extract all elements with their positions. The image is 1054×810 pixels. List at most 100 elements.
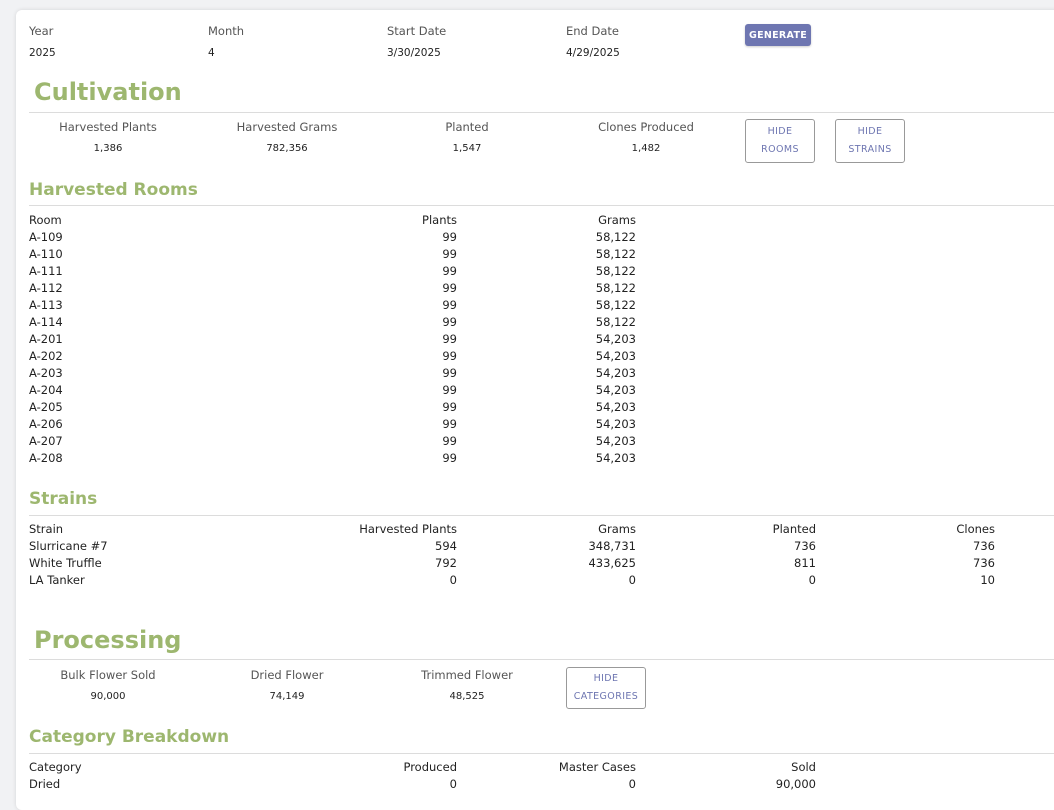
category-row: Dried 0 0 90,000 — [29, 776, 1049, 793]
clones-produced-value: 1,482 — [631, 143, 661, 154]
month-value[interactable]: 4 — [208, 47, 215, 59]
strain-cell-clones: 736 — [973, 539, 995, 553]
start-date-value[interactable]: 3/30/2025 — [387, 47, 441, 59]
processing-title: Processing — [34, 626, 182, 654]
trimmed-flower-value: 48,525 — [449, 691, 485, 702]
harvested-rooms-divider — [29, 205, 1054, 206]
room-row: A-208 99 54,203 — [29, 450, 1049, 467]
strain-cell-harvested-plants: 594 — [435, 539, 457, 553]
planted-label: Planted — [445, 120, 489, 134]
hide-strains-label-line1: HIDE — [857, 126, 883, 137]
strains-col-planted: Planted — [772, 522, 816, 536]
room-cell-room: A-203 — [29, 366, 63, 380]
strains-col-grams: Grams — [598, 522, 636, 536]
category-header-row: Category Produced Master Cases Sold — [29, 759, 1049, 776]
room-row: A-205 99 54,203 — [29, 399, 1049, 416]
room-cell-grams: 54,203 — [595, 417, 636, 431]
room-cell-room: A-201 — [29, 332, 63, 346]
strain-cell-strain: LA Tanker — [29, 573, 85, 587]
category-col-sold: Sold — [791, 760, 816, 774]
room-row: A-114 99 58,122 — [29, 314, 1049, 331]
strain-row: LA Tanker 0 0 0 10 — [29, 572, 1049, 589]
room-cell-plants: 99 — [442, 383, 457, 397]
strain-cell-planted: 0 — [808, 573, 816, 587]
strain-row: Slurricane #7 594 348,731 736 736 — [29, 538, 1049, 555]
hide-strains-label-line2: STRAINS — [848, 144, 892, 155]
strains-col-strain: Strain — [29, 522, 64, 536]
generate-button[interactable]: GENERATE — [745, 24, 811, 46]
room-row: A-203 99 54,203 — [29, 365, 1049, 382]
strain-cell-grams: 433,625 — [588, 556, 636, 570]
end-date-value[interactable]: 4/29/2025 — [566, 47, 620, 59]
room-cell-grams: 54,203 — [595, 349, 636, 363]
strain-cell-clones: 10 — [980, 573, 995, 587]
room-cell-grams: 58,122 — [595, 281, 636, 295]
dried-flower-label: Dried Flower — [250, 668, 324, 682]
hide-rooms-button[interactable]: HIDE ROOMS — [745, 119, 815, 163]
room-row: A-204 99 54,203 — [29, 382, 1049, 399]
processing-divider — [29, 659, 1054, 660]
strain-cell-harvested-plants: 0 — [449, 573, 457, 587]
room-cell-grams: 54,203 — [595, 366, 636, 380]
room-cell-room: A-113 — [29, 298, 63, 312]
rooms-col-grams: Grams — [598, 213, 636, 227]
category-cell-master-cases: 0 — [628, 777, 636, 791]
category-col-category: Category — [29, 760, 82, 774]
room-cell-grams: 58,122 — [595, 230, 636, 244]
year-label: Year — [29, 24, 54, 38]
room-cell-plants: 99 — [442, 400, 457, 414]
room-row: A-202 99 54,203 — [29, 348, 1049, 365]
room-cell-plants: 99 — [442, 366, 457, 380]
room-cell-plants: 99 — [442, 247, 457, 261]
end-date-label: End Date — [566, 24, 619, 38]
room-cell-grams: 54,203 — [595, 332, 636, 346]
bulk-flower-sold-value: 90,000 — [90, 691, 126, 702]
room-cell-plants: 99 — [442, 281, 457, 295]
start-date-label: Start Date — [387, 24, 447, 38]
strain-cell-planted: 811 — [794, 556, 816, 570]
rooms-col-plants: Plants — [422, 213, 457, 227]
room-cell-room: A-109 — [29, 230, 63, 244]
rooms-header-row: Room Plants Grams — [29, 212, 1049, 229]
rooms-col-room: Room — [29, 213, 62, 227]
harvested-plants-label: Harvested Plants — [59, 120, 157, 134]
cultivation-divider — [29, 112, 1054, 113]
room-row: A-110 99 58,122 — [29, 246, 1049, 263]
room-cell-room: A-202 — [29, 349, 63, 363]
strains-divider — [29, 515, 1054, 516]
hide-strains-button[interactable]: HIDE STRAINS — [835, 119, 905, 163]
category-cell-category: Dried — [29, 777, 61, 791]
harvested-grams-value: 782,356 — [266, 143, 308, 154]
strain-cell-clones: 736 — [973, 556, 995, 570]
harvested-plants-value: 1,386 — [93, 143, 123, 154]
hide-rooms-label-line2: ROOMS — [761, 144, 799, 155]
harvested-grams-label: Harvested Grams — [236, 120, 338, 134]
dried-flower-value: 74,149 — [269, 691, 305, 702]
trimmed-flower-label: Trimmed Flower — [421, 668, 513, 682]
room-cell-room: A-110 — [29, 247, 63, 261]
category-col-produced: Produced — [403, 760, 457, 774]
room-row: A-112 99 58,122 — [29, 280, 1049, 297]
hide-categories-button[interactable]: HIDE CATEGORIES — [566, 667, 646, 709]
room-cell-grams: 54,203 — [595, 400, 636, 414]
month-label: Month — [208, 24, 245, 38]
strains-col-harvested-plants: Harvested Plants — [359, 522, 457, 536]
room-cell-grams: 54,203 — [595, 434, 636, 448]
room-cell-plants: 99 — [442, 315, 457, 329]
strain-cell-grams: 0 — [628, 573, 636, 587]
hide-categories-label-line2: CATEGORIES — [573, 691, 639, 702]
room-row: A-201 99 54,203 — [29, 331, 1049, 348]
strains-title: Strains — [29, 489, 98, 509]
hide-categories-label-line1: HIDE — [593, 673, 619, 684]
room-cell-plants: 99 — [442, 434, 457, 448]
strains-col-clones: Clones — [956, 522, 995, 536]
strain-cell-strain: Slurricane #7 — [29, 539, 108, 553]
year-value[interactable]: 2025 — [29, 47, 56, 59]
room-cell-plants: 99 — [442, 230, 457, 244]
room-cell-grams: 58,122 — [595, 315, 636, 329]
room-cell-grams: 54,203 — [595, 383, 636, 397]
report-card: Year 2025 Month 4 Start Date 3/30/2025 E… — [16, 10, 1054, 810]
room-cell-plants: 99 — [442, 298, 457, 312]
category-cell-sold: 90,000 — [775, 777, 816, 791]
room-cell-plants: 99 — [442, 332, 457, 346]
